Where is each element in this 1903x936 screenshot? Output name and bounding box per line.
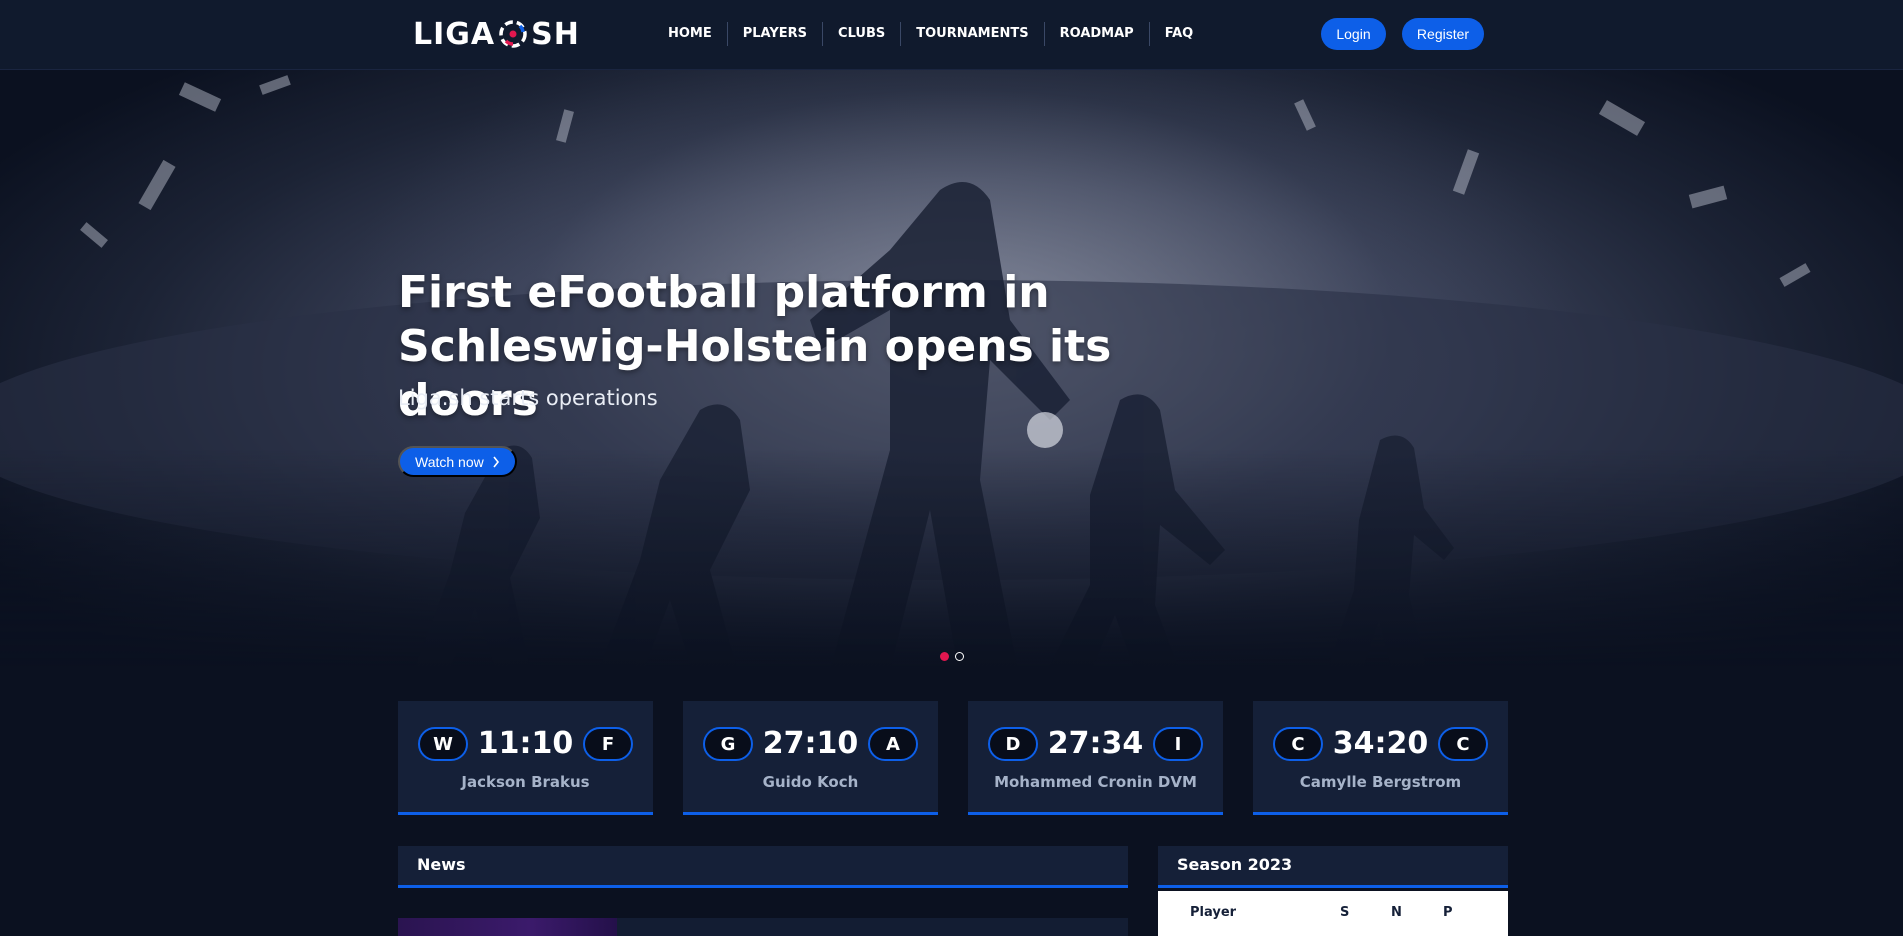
nav-clubs[interactable]: CLUBS [823, 22, 902, 46]
register-button[interactable]: Register [1402, 18, 1484, 50]
nav-faq[interactable]: FAQ [1150, 22, 1209, 46]
nav-home[interactable]: HOME [653, 22, 728, 46]
column-header-n: N [1391, 905, 1402, 920]
logo-text-right: SH [531, 16, 580, 52]
match-player-name: Guido Koch [762, 773, 859, 791]
season-section-header: Season 2023 [1158, 846, 1508, 888]
chevron-right-icon [493, 456, 499, 467]
carousel-dots [940, 652, 964, 661]
match-card[interactable]: W 11:10 F Jackson Brakus [398, 701, 653, 815]
match-card[interactable]: C 34:20 C Camylle Bergstrom [1253, 701, 1508, 815]
news-list [398, 918, 1128, 936]
login-button[interactable]: Login [1321, 18, 1386, 50]
nav-roadmap[interactable]: ROADMAP [1045, 22, 1150, 46]
news-section-header: News [398, 846, 1128, 888]
top-navbar: LIGA SH HOME PLAYERS CLUBS TOURNAMENTS R… [0, 0, 1903, 70]
match-card[interactable]: D 27:34 I Mohammed Cronin DVM [968, 701, 1223, 815]
match-player-name: Mohammed Cronin DVM [994, 773, 1197, 791]
brand-logo[interactable]: LIGA SH [413, 16, 580, 52]
team-right-badge: I [1153, 727, 1203, 761]
soccer-ball-icon [499, 20, 527, 48]
hero-subtitle: Liga.sh starts operations [398, 386, 658, 410]
team-right-badge: A [868, 727, 918, 761]
match-player-name: Camylle Bergstrom [1299, 773, 1462, 791]
watch-now-label: Watch now [415, 453, 484, 470]
news-thumbnail[interactable] [398, 918, 617, 936]
carousel-dot-1[interactable] [940, 652, 949, 661]
page: LIGA SH HOME PLAYERS CLUBS TOURNAMENTS R… [0, 0, 1903, 936]
logo-text-left: LIGA [413, 16, 496, 52]
team-right-badge: F [583, 727, 633, 761]
watch-now-button[interactable]: Watch now [398, 446, 517, 477]
hero-carousel: First eFootball platform in Schleswig-Ho… [0, 70, 1903, 690]
column-header-player: Player [1190, 905, 1237, 920]
team-right-badge: C [1438, 727, 1488, 761]
match-card[interactable]: G 27:10 A Guido Koch [683, 701, 938, 815]
column-header-p: P [1443, 905, 1453, 920]
carousel-dot-2[interactable] [955, 652, 964, 661]
main-nav: HOME PLAYERS CLUBS TOURNAMENTS ROADMAP F… [653, 22, 1208, 46]
season-table: Player S N P [1158, 891, 1508, 936]
column-header-s: S [1340, 905, 1350, 920]
nav-players[interactable]: PLAYERS [728, 22, 824, 46]
match-player-name: Jackson Brakus [461, 773, 590, 791]
nav-tournaments[interactable]: TOURNAMENTS [901, 22, 1045, 46]
